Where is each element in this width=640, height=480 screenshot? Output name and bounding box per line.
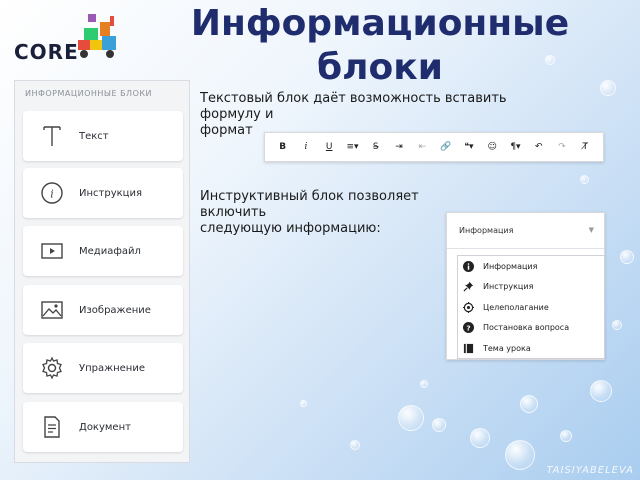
dropdown-options-list: Информация Инструкция Целеполагание ? По… bbox=[457, 255, 605, 359]
dropdown-selected-value: Информация bbox=[459, 226, 514, 235]
text-line: Текстовый блок даёт возможность вставить bbox=[200, 91, 507, 106]
option-label: Информация bbox=[483, 261, 538, 271]
gear-icon bbox=[39, 355, 65, 381]
link-icon[interactable]: 🔗 bbox=[439, 142, 453, 152]
text-line: следующую информацию: bbox=[200, 221, 381, 236]
sidebar-item-label: Изображение bbox=[79, 304, 151, 316]
option-label: Целеполагание bbox=[483, 302, 549, 312]
outdent-icon[interactable]: ⇤ bbox=[415, 142, 429, 152]
dropdown-option-question[interactable]: ? Постановка вопроса bbox=[458, 318, 604, 339]
sidebar-item-label: Инструкция bbox=[79, 187, 142, 199]
dropdown-option-instruction[interactable]: Инструкция bbox=[458, 277, 604, 298]
sidebar-item-label: Упражнение bbox=[79, 362, 145, 374]
redo-icon[interactable]: ↷ bbox=[555, 142, 569, 152]
sidebar-item-image[interactable]: Изображение bbox=[23, 285, 183, 335]
sidebar-item-instruction[interactable]: i Инструкция bbox=[23, 168, 183, 218]
watermark: TAISIYABELEVA bbox=[546, 465, 634, 476]
info-blocks-panel: ИНФОРМАЦИОННЫЕ БЛОКИ Текст i Инструкция … bbox=[14, 80, 190, 463]
svg-text:i: i bbox=[50, 188, 54, 201]
option-label: Инструкция bbox=[483, 282, 534, 292]
option-label: Тема урока bbox=[483, 343, 531, 353]
text-line: Инструктивный блок позволяет bbox=[200, 189, 419, 204]
panel-header: ИНФОРМАЦИОННЫЕ БЛОКИ bbox=[25, 89, 153, 98]
play-icon bbox=[39, 238, 65, 264]
svg-text:?: ? bbox=[466, 324, 470, 333]
paragraph-icon[interactable]: ¶▾ bbox=[508, 142, 522, 152]
bold-icon[interactable]: B bbox=[276, 142, 290, 152]
clear-format-icon[interactable]: T̸ bbox=[578, 142, 592, 152]
sidebar-item-text[interactable]: Текст bbox=[23, 111, 183, 161]
sidebar-item-exercise[interactable]: Упражнение bbox=[23, 343, 183, 393]
indent-icon[interactable]: ⇥ bbox=[392, 142, 406, 152]
dropdown-option-goal-setting[interactable]: Целеполагание bbox=[458, 297, 604, 318]
sidebar-item-label: Документ bbox=[79, 421, 131, 433]
align-icon[interactable]: ≡▾ bbox=[345, 142, 359, 152]
target-icon bbox=[462, 301, 474, 313]
info-icon: i bbox=[39, 180, 65, 206]
info-circle-icon bbox=[462, 260, 474, 272]
book-icon bbox=[462, 342, 474, 354]
toy-blocks-icon bbox=[78, 14, 116, 58]
option-label: Постановка вопроса bbox=[483, 323, 570, 333]
quote-icon[interactable]: ❝▾ bbox=[462, 142, 476, 152]
question-circle-icon: ? bbox=[462, 322, 474, 334]
italic-icon[interactable]: i bbox=[299, 142, 313, 152]
pin-icon bbox=[462, 281, 474, 293]
editor-toolbar: B i U ≡▾ S̶ ⇥ ⇤ 🔗 ❝▾ ☺ ¶▾ ↶ ↷ T̸ bbox=[264, 132, 604, 162]
dropdown-select[interactable]: Информация ▼ bbox=[447, 213, 604, 249]
instruction-type-dropdown: Информация ▼ Информация Инструкция Целеп… bbox=[446, 212, 605, 360]
logo-text: CORE bbox=[14, 40, 79, 64]
page-title: Информационные блоки bbox=[190, 3, 570, 88]
image-icon bbox=[39, 297, 65, 323]
document-icon bbox=[39, 414, 65, 440]
text-icon bbox=[39, 123, 65, 149]
core-logo: CORE bbox=[14, 10, 124, 66]
instruction-block-description: Инструктивный блок позволяет включить сл… bbox=[200, 189, 419, 237]
text-line: включить bbox=[200, 205, 267, 220]
dropdown-option-lesson-topic[interactable]: Тема урока bbox=[458, 338, 604, 359]
sidebar-item-label: Текст bbox=[79, 130, 109, 142]
sidebar-item-label: Медиафайл bbox=[79, 245, 141, 257]
sidebar-item-media[interactable]: Медиафайл bbox=[23, 226, 183, 276]
text-line: формулу и bbox=[200, 107, 274, 122]
sidebar-item-document[interactable]: Документ bbox=[23, 402, 183, 452]
chevron-down-icon: ▼ bbox=[588, 226, 594, 234]
underline-icon[interactable]: U bbox=[322, 142, 336, 152]
strikethrough-icon[interactable]: S̶ bbox=[369, 142, 383, 152]
undo-icon[interactable]: ↶ bbox=[532, 142, 546, 152]
emoji-icon[interactable]: ☺ bbox=[485, 142, 499, 152]
dropdown-option-information[interactable]: Информация bbox=[458, 256, 604, 277]
